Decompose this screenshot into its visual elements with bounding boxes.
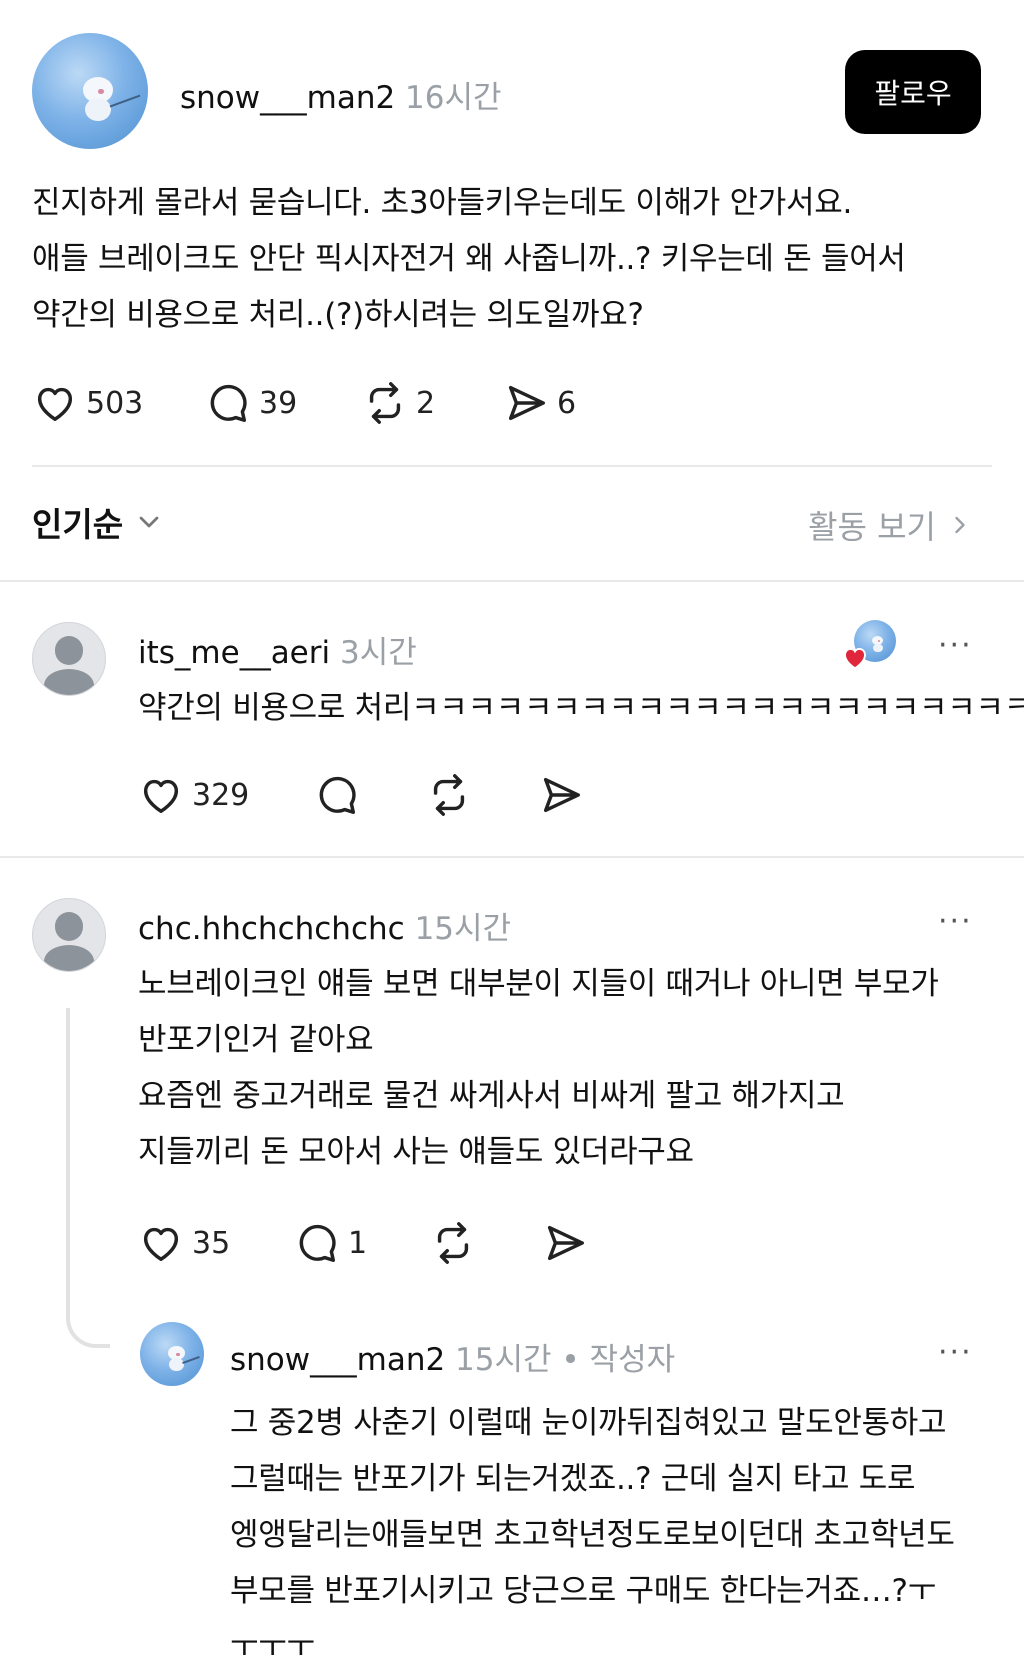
post-time: 16시간	[405, 80, 502, 116]
sort-label: 인기순	[32, 505, 124, 544]
nested-reply-header: snow___man2 15시간 • 작성자	[230, 1334, 675, 1379]
reply-repost-button[interactable]	[430, 1218, 476, 1268]
comment-icon	[319, 776, 356, 814]
reply-repost-button[interactable]	[426, 770, 472, 820]
reply-body-line: 지들끼리 돈 모아서 사는 얘들도 있더라구요	[138, 1134, 694, 1170]
nested-reply-time: 15시간	[455, 1342, 552, 1378]
reply-header: its_me__aeri 3시간	[138, 627, 417, 672]
divider	[0, 856, 1024, 858]
reply-body-line: 엥앵달리는애들보면 초고학년정도로보이던대 초고학년도	[230, 1517, 955, 1553]
reply-time: 15시간	[414, 911, 512, 947]
activity-link[interactable]: 활동 보기	[808, 502, 974, 548]
reply-time: 3시간	[339, 635, 417, 671]
post-author-avatar[interactable]	[32, 33, 148, 149]
post-body-line: 애들 브레이크도 안단 픽시자전거 왜 사줍니까..? 키우는데 돈 들어서	[32, 241, 906, 277]
reply-like-button[interactable]: 329	[138, 770, 249, 820]
reply-body-line: 요즘엔 중고거래로 물건 싸게사서 비싸게 팔고 해가지고	[138, 1078, 845, 1114]
reply-body-line: 그럴때는 반포기가 되는거겠죠..? 근데 실지 타고 도로	[230, 1461, 916, 1497]
nested-reply-avatar[interactable]	[140, 1322, 204, 1386]
reply-like-button[interactable]: 35	[138, 1218, 230, 1268]
post-comment-count: 39	[259, 385, 298, 421]
sort-dropdown[interactable]: 인기순	[32, 498, 165, 546]
more-icon[interactable]: ···	[938, 904, 973, 939]
post-like-count: 503	[86, 385, 144, 421]
post-repost-button[interactable]: 2	[362, 378, 435, 428]
reply-comment-button[interactable]	[314, 770, 360, 820]
repost-icon	[437, 1222, 469, 1264]
liked-by-author-badge	[840, 620, 900, 672]
reply-username[interactable]: chc.hhchchchchc	[138, 911, 405, 947]
reply-body-line: 그 중2병 사춘기 이럴때 눈이까뒤집혀있고 말도안통하고	[230, 1405, 947, 1441]
author-badge: • 작성자	[561, 1342, 676, 1378]
more-icon[interactable]: ···	[938, 1335, 973, 1370]
more-icon[interactable]: ···	[938, 628, 973, 663]
post-body-line: 약간의 비용으로 처리..(?)하시려는 의도일까요?	[32, 297, 644, 333]
post-share-button[interactable]: 6	[503, 378, 576, 428]
reply-body-line: 반포기인거 같아요	[138, 1022, 374, 1058]
post-share-count: 6	[557, 385, 577, 421]
follow-button[interactable]: 팔로우	[845, 50, 981, 134]
reply-comment-button[interactable]: 1	[294, 1218, 367, 1268]
reply-body-line: 부모를 반포기시키고 당근으로 구매도 한다는거죠…?ㅜ	[230, 1573, 936, 1609]
repost-icon	[369, 382, 401, 424]
reply-like-count: 35	[192, 1225, 231, 1261]
divider	[32, 465, 992, 467]
post-like-button[interactable]: 503	[32, 378, 143, 428]
comment-icon	[299, 1224, 336, 1262]
reply-body-line: ㅜㅜㅜ	[230, 1629, 315, 1665]
heart-icon	[844, 647, 866, 670]
heart-icon	[143, 779, 179, 814]
heart-icon	[143, 1227, 179, 1262]
reply-avatar[interactable]	[32, 622, 106, 696]
repost-icon	[433, 774, 465, 816]
post-author-header: snow___man2 16시간	[180, 72, 502, 117]
reply-share-button[interactable]	[538, 770, 584, 820]
chevron-right-icon	[955, 516, 965, 534]
reply-comment-count: 1	[348, 1225, 368, 1261]
reply-like-count: 329	[192, 777, 250, 813]
activity-label: 활동 보기	[808, 508, 936, 546]
post-body-line: 진지하게 몰라서 묻습니다. 초3아들키우는데도 이해가 안가서요.	[32, 185, 853, 221]
nested-reply-username[interactable]: snow___man2	[230, 1342, 445, 1378]
reply-header: chc.hhchchchchc 15시간	[138, 903, 511, 948]
divider	[0, 580, 1024, 582]
reply-share-button[interactable]	[542, 1218, 588, 1268]
post-repost-count: 2	[416, 385, 436, 421]
reply-avatar[interactable]	[32, 898, 106, 972]
comment-icon	[210, 384, 247, 422]
post-comment-button[interactable]: 39	[205, 378, 297, 428]
share-icon	[508, 385, 545, 421]
post-author-username[interactable]: snow___man2	[180, 80, 395, 116]
chevron-down-icon	[139, 516, 159, 528]
reply-body: 노브레이크인 얘들 보면 대부분이 지들이 때거나 아니면 부모가 반포기인거 …	[138, 956, 939, 1180]
reply-body-line: 노브레이크인 얘들 보면 대부분이 지들이 때거나 아니면 부모가	[138, 966, 939, 1002]
reply-username[interactable]: its_me__aeri	[138, 635, 330, 671]
reply-body-line: 약간의 비용으로 처리ㅋㅋㅋㅋㅋㅋㅋㅋㅋㅋㅋㅋㅋㅋㅋㅋㅋㅋㅋㅋㅋㅋㅋ	[138, 690, 1024, 726]
share-icon	[547, 1225, 584, 1261]
post-body: 진지하게 몰라서 묻습니다. 초3아들키우는데도 이해가 안가서요. 애들 브레…	[32, 175, 906, 343]
nested-reply-body: 그 중2병 사춘기 이럴때 눈이까뒤집혀있고 말도안통하고 그럴때는 반포기가 …	[230, 1395, 955, 1675]
thread-connector	[66, 1008, 110, 1348]
heart-icon	[37, 387, 73, 422]
reply-body: 약간의 비용으로 처리ㅋㅋㅋㅋㅋㅋㅋㅋㅋㅋㅋㅋㅋㅋㅋㅋㅋㅋㅋㅋㅋㅋㅋ	[138, 680, 1024, 736]
share-icon	[543, 777, 580, 813]
